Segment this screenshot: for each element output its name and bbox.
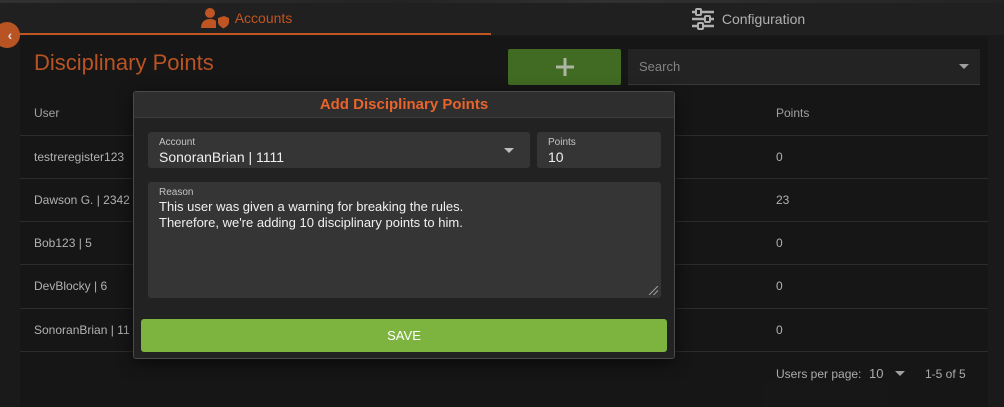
points-input[interactable]: Points 10 xyxy=(537,132,661,168)
points-label: Points xyxy=(548,137,576,148)
caret-down-icon xyxy=(504,148,514,153)
reason-value: This user was given a warning for breaki… xyxy=(159,199,464,230)
add-points-dialog: Add Disciplinary Points Account SonoranB… xyxy=(133,91,675,359)
account-select[interactable]: Account SonoranBrian | 1111 xyxy=(148,132,530,168)
account-value: SonoranBrian | 1111 xyxy=(159,149,285,165)
reason-textarea[interactable]: Reason This user was given a warning for… xyxy=(148,182,661,298)
account-label: Account xyxy=(159,137,196,148)
resize-grip-icon[interactable] xyxy=(649,286,658,295)
points-value: 10 xyxy=(548,149,564,165)
dialog-title: Add Disciplinary Points xyxy=(134,92,674,118)
reason-label: Reason xyxy=(159,187,194,198)
save-button[interactable]: SAVE xyxy=(141,319,667,352)
